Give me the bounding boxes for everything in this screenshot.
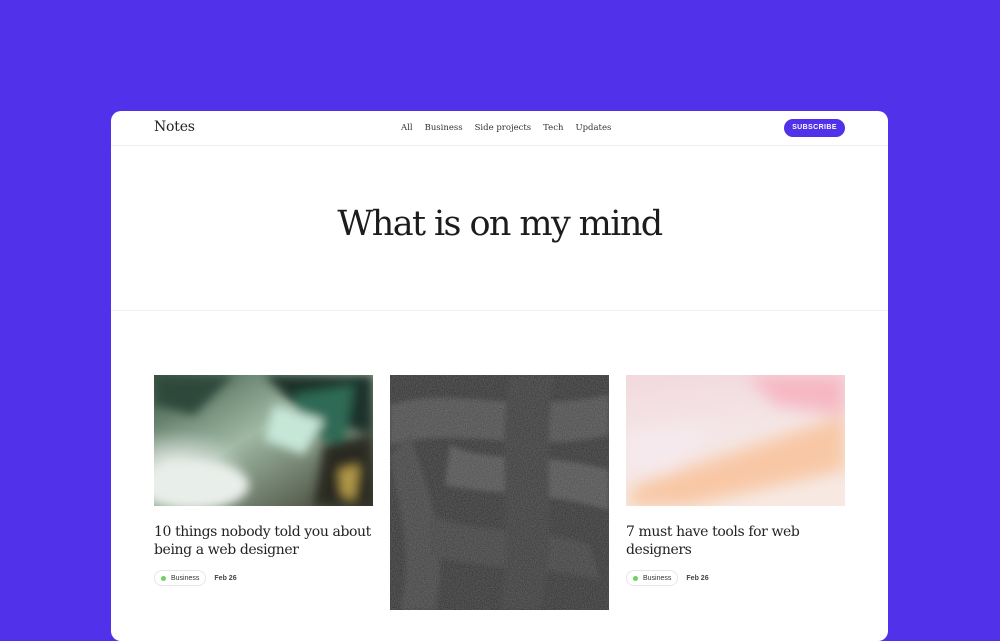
post-card[interactable] — [390, 375, 609, 610]
post-meta: Business Feb 26 — [626, 570, 709, 586]
post-title[interactable]: 7 must have tools for web designers — [626, 523, 845, 559]
category-tag[interactable]: Business — [154, 570, 207, 586]
hero-section: What is on my mind — [111, 146, 888, 311]
site-logo[interactable]: Notes — [154, 119, 195, 135]
subscribe-button[interactable]: SUBSCRIBE — [784, 119, 845, 137]
post-meta: Business Feb 26 — [154, 570, 237, 586]
nav-item-side-projects[interactable]: Side projects — [475, 123, 532, 133]
nav-item-tech[interactable]: Tech — [543, 123, 563, 133]
category-nav: All Business Side projects Tech Updates — [401, 123, 611, 133]
tag-label: Business — [643, 574, 672, 582]
browser-window: Notes All Business Side projects Tech Up… — [111, 111, 888, 641]
nav-item-updates[interactable]: Updates — [575, 123, 611, 133]
site-header: Notes All Business Side projects Tech Up… — [111, 111, 888, 146]
post-thumbnail-green-abstract[interactable] — [154, 375, 373, 506]
post-thumbnail-charcoal-texture[interactable] — [390, 375, 609, 610]
category-tag[interactable]: Business — [626, 570, 679, 586]
post-date: Feb 26 — [214, 574, 237, 582]
post-title[interactable]: 10 things nobody told you about being a … — [154, 523, 373, 559]
page-title: What is on my mind — [337, 204, 663, 244]
post-date: Feb 26 — [686, 574, 709, 582]
post-card[interactable]: 10 things nobody told you about being a … — [154, 375, 373, 615]
nav-item-all[interactable]: All — [401, 123, 413, 133]
post-thumbnail-pink-gradient[interactable] — [626, 375, 845, 506]
post-card[interactable]: 7 must have tools for web designers Busi… — [626, 375, 845, 615]
nav-item-business[interactable]: Business — [425, 123, 463, 133]
tag-label: Business — [171, 574, 200, 582]
tag-dot-icon — [161, 575, 166, 581]
tag-dot-icon — [633, 575, 638, 581]
